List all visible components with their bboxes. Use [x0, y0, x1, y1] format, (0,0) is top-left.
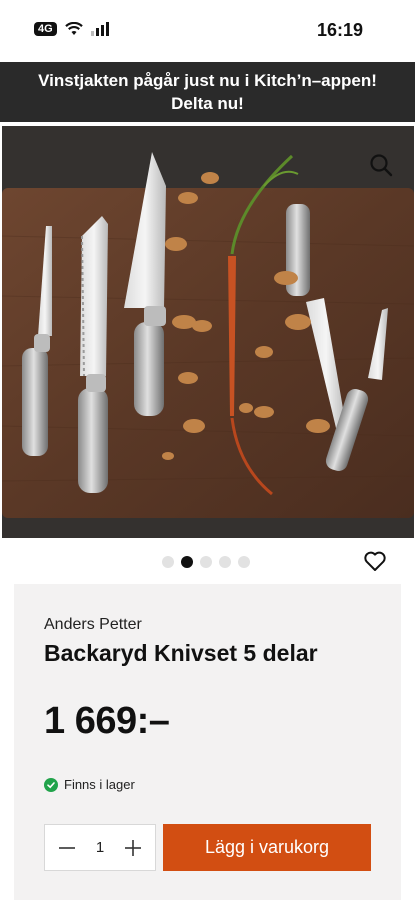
carousel-dot[interactable]	[162, 556, 174, 568]
carousel-dot[interactable]	[238, 556, 250, 568]
carousel-dot[interactable]	[200, 556, 212, 568]
promo-banner[interactable]: Vinstjakten pågår just nu i Kitch’n–appe…	[0, 62, 415, 122]
product-brand[interactable]: Anders Petter	[44, 616, 142, 634]
quantity-value[interactable]: 1	[96, 839, 104, 856]
product-price: 1 669:–	[44, 700, 170, 742]
stock-status: Finns i lager	[44, 777, 135, 792]
product-title: Backaryd Knivset 5 delar	[44, 640, 318, 666]
quantity-stepper: 1	[44, 824, 156, 871]
status-indicators: 4G	[34, 22, 111, 36]
status-bar: 4G 16:19	[0, 0, 415, 62]
heart-icon[interactable]	[363, 549, 387, 573]
image-carousel-dots	[162, 556, 250, 568]
carousel-dot[interactable]	[219, 556, 231, 568]
plus-icon[interactable]	[123, 838, 143, 858]
status-time: 16:19	[316, 20, 363, 40]
stock-status-text: Finns i lager	[64, 777, 135, 792]
search-icon[interactable]	[368, 152, 394, 178]
network-badge: 4G	[34, 22, 57, 36]
promo-banner-text: Vinstjakten pågår just nu i Kitch’n–appe…	[38, 71, 377, 113]
product-info-card: Anders Petter Backaryd Knivset 5 delar 1…	[14, 584, 401, 900]
add-to-cart-button[interactable]: Lägg i varukorg	[163, 824, 371, 871]
checkmark-icon	[44, 777, 58, 792]
carousel-dot-active[interactable]	[181, 556, 193, 568]
knife-set-photo	[2, 126, 414, 538]
product-image[interactable]	[2, 126, 414, 538]
signal-icon	[90, 22, 109, 36]
minus-icon[interactable]	[57, 838, 77, 858]
wifi-icon	[64, 22, 83, 35]
